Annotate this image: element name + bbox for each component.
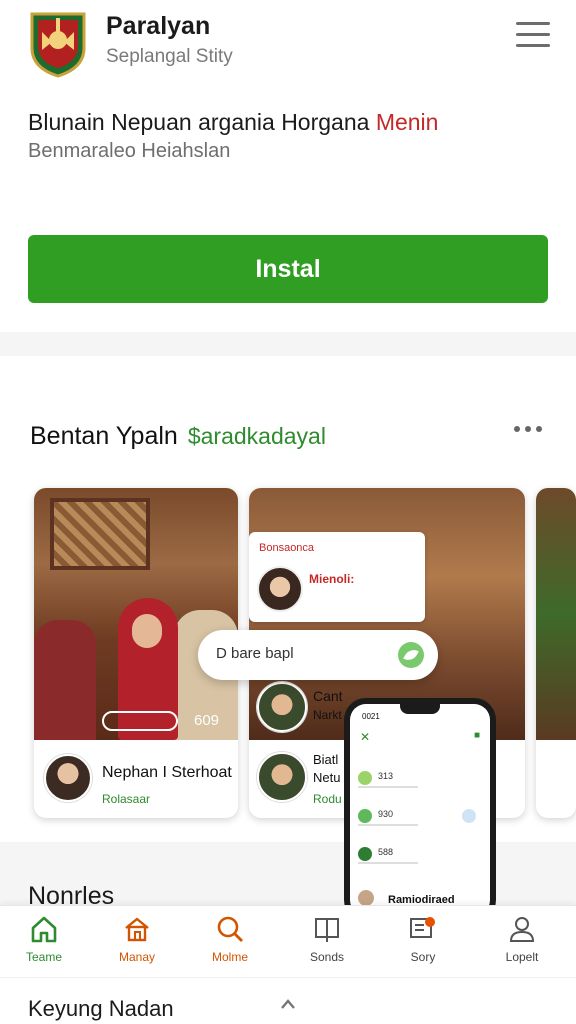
close-icon[interactable]: ✕	[360, 730, 370, 744]
section-title-accent: $aradkadayal	[187, 423, 326, 449]
app-logo-icon	[30, 12, 86, 78]
phone-row[interactable]: 313	[358, 768, 488, 790]
home-icon	[31, 916, 57, 943]
phone-screen: 0021 ✕ ■ 313 930 588 Ramiodiraed	[350, 704, 490, 916]
person-figure	[34, 620, 96, 740]
list-item-title: Cant	[313, 688, 343, 704]
book-icon	[315, 918, 339, 942]
card-photo: 609	[34, 488, 238, 740]
phone-time: 0021	[362, 712, 380, 721]
list-item-title: Biatl	[313, 752, 339, 767]
nav-item-home[interactable]: Teame	[8, 914, 80, 974]
headline-accent: Menin	[375, 109, 439, 135]
photo-number: 609	[194, 712, 220, 729]
more-options-icon[interactable]	[514, 426, 544, 438]
phone-mockup: 0021 ✕ ■ 313 930 588 Ramiodiraed	[344, 698, 496, 922]
status-dot-icon	[462, 809, 476, 823]
nav-label: Manay	[118, 950, 156, 964]
section-title: Bentan Ypaln $aradkadayal	[30, 422, 326, 451]
phone-row-value: 313	[378, 771, 394, 781]
nav-item-search[interactable]: Molme	[194, 914, 266, 974]
list-item-subtitle: Narkt	[313, 708, 342, 722]
nav-label: Sonds	[309, 950, 345, 964]
list-item-tag: Rodu	[313, 792, 342, 806]
subheadline: Benmaraleo Heiahslan	[28, 140, 231, 162]
app-subtitle: Seplangal Stity	[106, 46, 233, 67]
nav-item-profile[interactable]: Lopelt	[486, 914, 558, 974]
nav-label: Lopelt	[505, 950, 539, 964]
overlay-title: Mienoli:	[309, 572, 355, 586]
app-name: Paralyan	[106, 12, 211, 40]
search-input[interactable]: D bare bapl	[198, 630, 438, 680]
search-icon	[217, 916, 243, 942]
nav-label: Teame	[25, 950, 63, 964]
divider	[358, 824, 418, 826]
status-dot-icon	[358, 771, 372, 785]
divider	[358, 862, 418, 864]
nav-item-manay[interactable]: Manay	[101, 914, 173, 974]
nav-item-sory[interactable]: Sory	[387, 914, 459, 974]
avatar	[257, 682, 307, 732]
notification-icon	[410, 917, 435, 938]
section-title-main: Bentan Ypaln	[30, 422, 178, 450]
person-face	[132, 614, 162, 648]
nav-item-sonds[interactable]: Sonds	[291, 914, 363, 974]
hamburger-menu-icon[interactable]	[516, 22, 550, 52]
house-icon	[125, 917, 149, 942]
nav-label: Sory	[410, 950, 436, 964]
content-card[interactable]	[536, 488, 576, 818]
leaf-icon[interactable]	[398, 642, 424, 668]
status-dot-icon	[358, 847, 372, 861]
list-item-subtitle: Netu	[313, 770, 341, 785]
photo-tag[interactable]	[102, 711, 178, 731]
install-button[interactable]: Instal	[28, 235, 548, 303]
avatar	[358, 890, 374, 906]
footer-text: Keyung Nadan	[28, 996, 174, 1021]
chevron-up-icon[interactable]	[280, 998, 296, 1010]
card-subtitle: Rolasaar	[102, 792, 151, 806]
card-name: Nephan I Sterhoat	[102, 764, 232, 781]
card-photo	[536, 488, 576, 740]
section-divider	[0, 332, 576, 356]
avatar	[257, 752, 307, 802]
profile-icon	[509, 917, 535, 942]
phone-row[interactable]: 930	[358, 806, 488, 828]
overlay-label: Bonsaonca	[259, 542, 315, 554]
check-icon[interactable]: ■	[474, 730, 480, 741]
bottom-navigation: Teame Manay Molme Sonds Sory Lopelt	[0, 905, 576, 977]
search-placeholder: D bare bapl	[216, 645, 294, 662]
phone-row-value: 930	[378, 809, 394, 819]
phone-row[interactable]: 588	[358, 844, 488, 866]
app-header: Paralyan Seplangal Stity	[0, 0, 576, 92]
overlay-panel: Bonsaonca Mienoli:	[249, 532, 425, 622]
avatar	[44, 754, 92, 802]
divider	[358, 786, 418, 788]
avatar	[257, 566, 303, 612]
nav-label: Molme	[211, 950, 248, 964]
headline-main: Blunain Nepuan argania Horgana	[28, 109, 376, 135]
phone-notch	[400, 704, 440, 714]
status-dot-icon	[358, 809, 372, 823]
phone-row-value: 588	[378, 847, 394, 857]
tapestry-image	[50, 498, 150, 570]
headline: Blunain Nepuan argania Horgana Menin	[28, 109, 438, 136]
